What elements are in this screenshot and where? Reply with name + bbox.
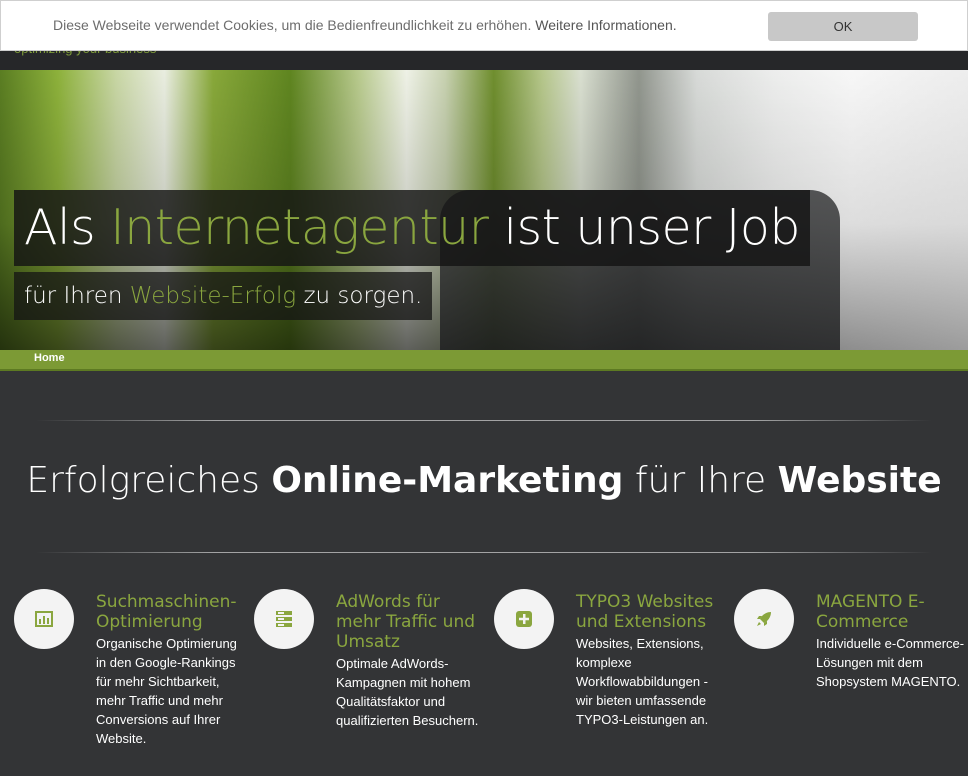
divider-bottom [36,552,932,553]
breadcrumb: Home [0,350,968,371]
server-icon [276,611,292,627]
feature-title[interactable]: AdWords für mehr Traffic und Umsatz [336,592,486,652]
feature-title[interactable]: Suchmaschinen-Optimierung [96,592,246,632]
hero-sub-part2: zu sorgen. [296,283,423,309]
section-title-part2: für Ihre [623,460,778,501]
hero-subtitle: für Ihren Website-Erfolg zu sorgen. [14,272,433,320]
feature-icon-circle[interactable] [734,589,794,649]
cookie-banner: Diese Webseite verwendet Cookies, um die… [0,0,968,51]
hero-title: Als Internetagentur ist unser Job [14,190,810,266]
feature-text: Optimale AdWords-Kampagnen mit hohem Qua… [336,656,479,728]
hero-sub-part1: für Ihren [24,283,130,309]
hero-title-part1: Als [24,199,111,256]
plus-square-icon [516,611,532,627]
divider-top [36,420,932,421]
hero-title-part2: ist unser Job [488,199,800,256]
feature-magento: MAGENTO E-Commerce Individuelle e-Commer… [734,589,964,769]
section-title-bold1: Online-Marketing [271,460,624,501]
feature-seo: Suchmaschinen-Optimierung Organische Opt… [14,589,244,769]
feature-text: Individuelle e-Commerce-Lösungen mit dem… [816,636,965,689]
feature-text: Organische Optimierung in den Google-Ran… [96,636,237,746]
cookie-info-link[interactable]: Weitere Informationen. [535,17,676,33]
feature-icon-circle[interactable] [494,589,554,649]
rocket-icon [757,612,771,626]
feature-text: Websites, Extensions, komplexe Workflowa… [576,636,709,727]
section-title-part1: Erfolgreiches [26,460,272,501]
feature-title[interactable]: TYPO3 Websites und Extensions [576,592,726,632]
hero-banner: Als Internetagentur ist unser Job für Ih… [0,70,968,350]
feature-typo3: TYPO3 Websites und Extensions Websites, … [494,589,724,769]
breadcrumb-home[interactable]: Home [34,352,65,364]
chart-icon [35,611,53,627]
hero-title-accent: Internetagentur [110,199,489,256]
section-title-bold2: Website [777,460,942,501]
feature-icon-circle[interactable] [14,589,74,649]
feature-icon-circle[interactable] [254,589,314,649]
section-title: Erfolgreiches Online-Marketing für Ihre … [0,460,968,501]
cookie-message: Diese Webseite verwendet Cookies, um die… [53,17,677,33]
cookie-text: Diese Webseite verwendet Cookies, um die… [53,17,532,33]
hero-sub-accent: Website-Erfolg [129,283,297,309]
cookie-ok-button[interactable]: OK [768,12,918,41]
feature-title[interactable]: MAGENTO E-Commerce [816,592,966,632]
feature-adwords: AdWords für mehr Traffic und Umsatz Opti… [254,589,484,769]
